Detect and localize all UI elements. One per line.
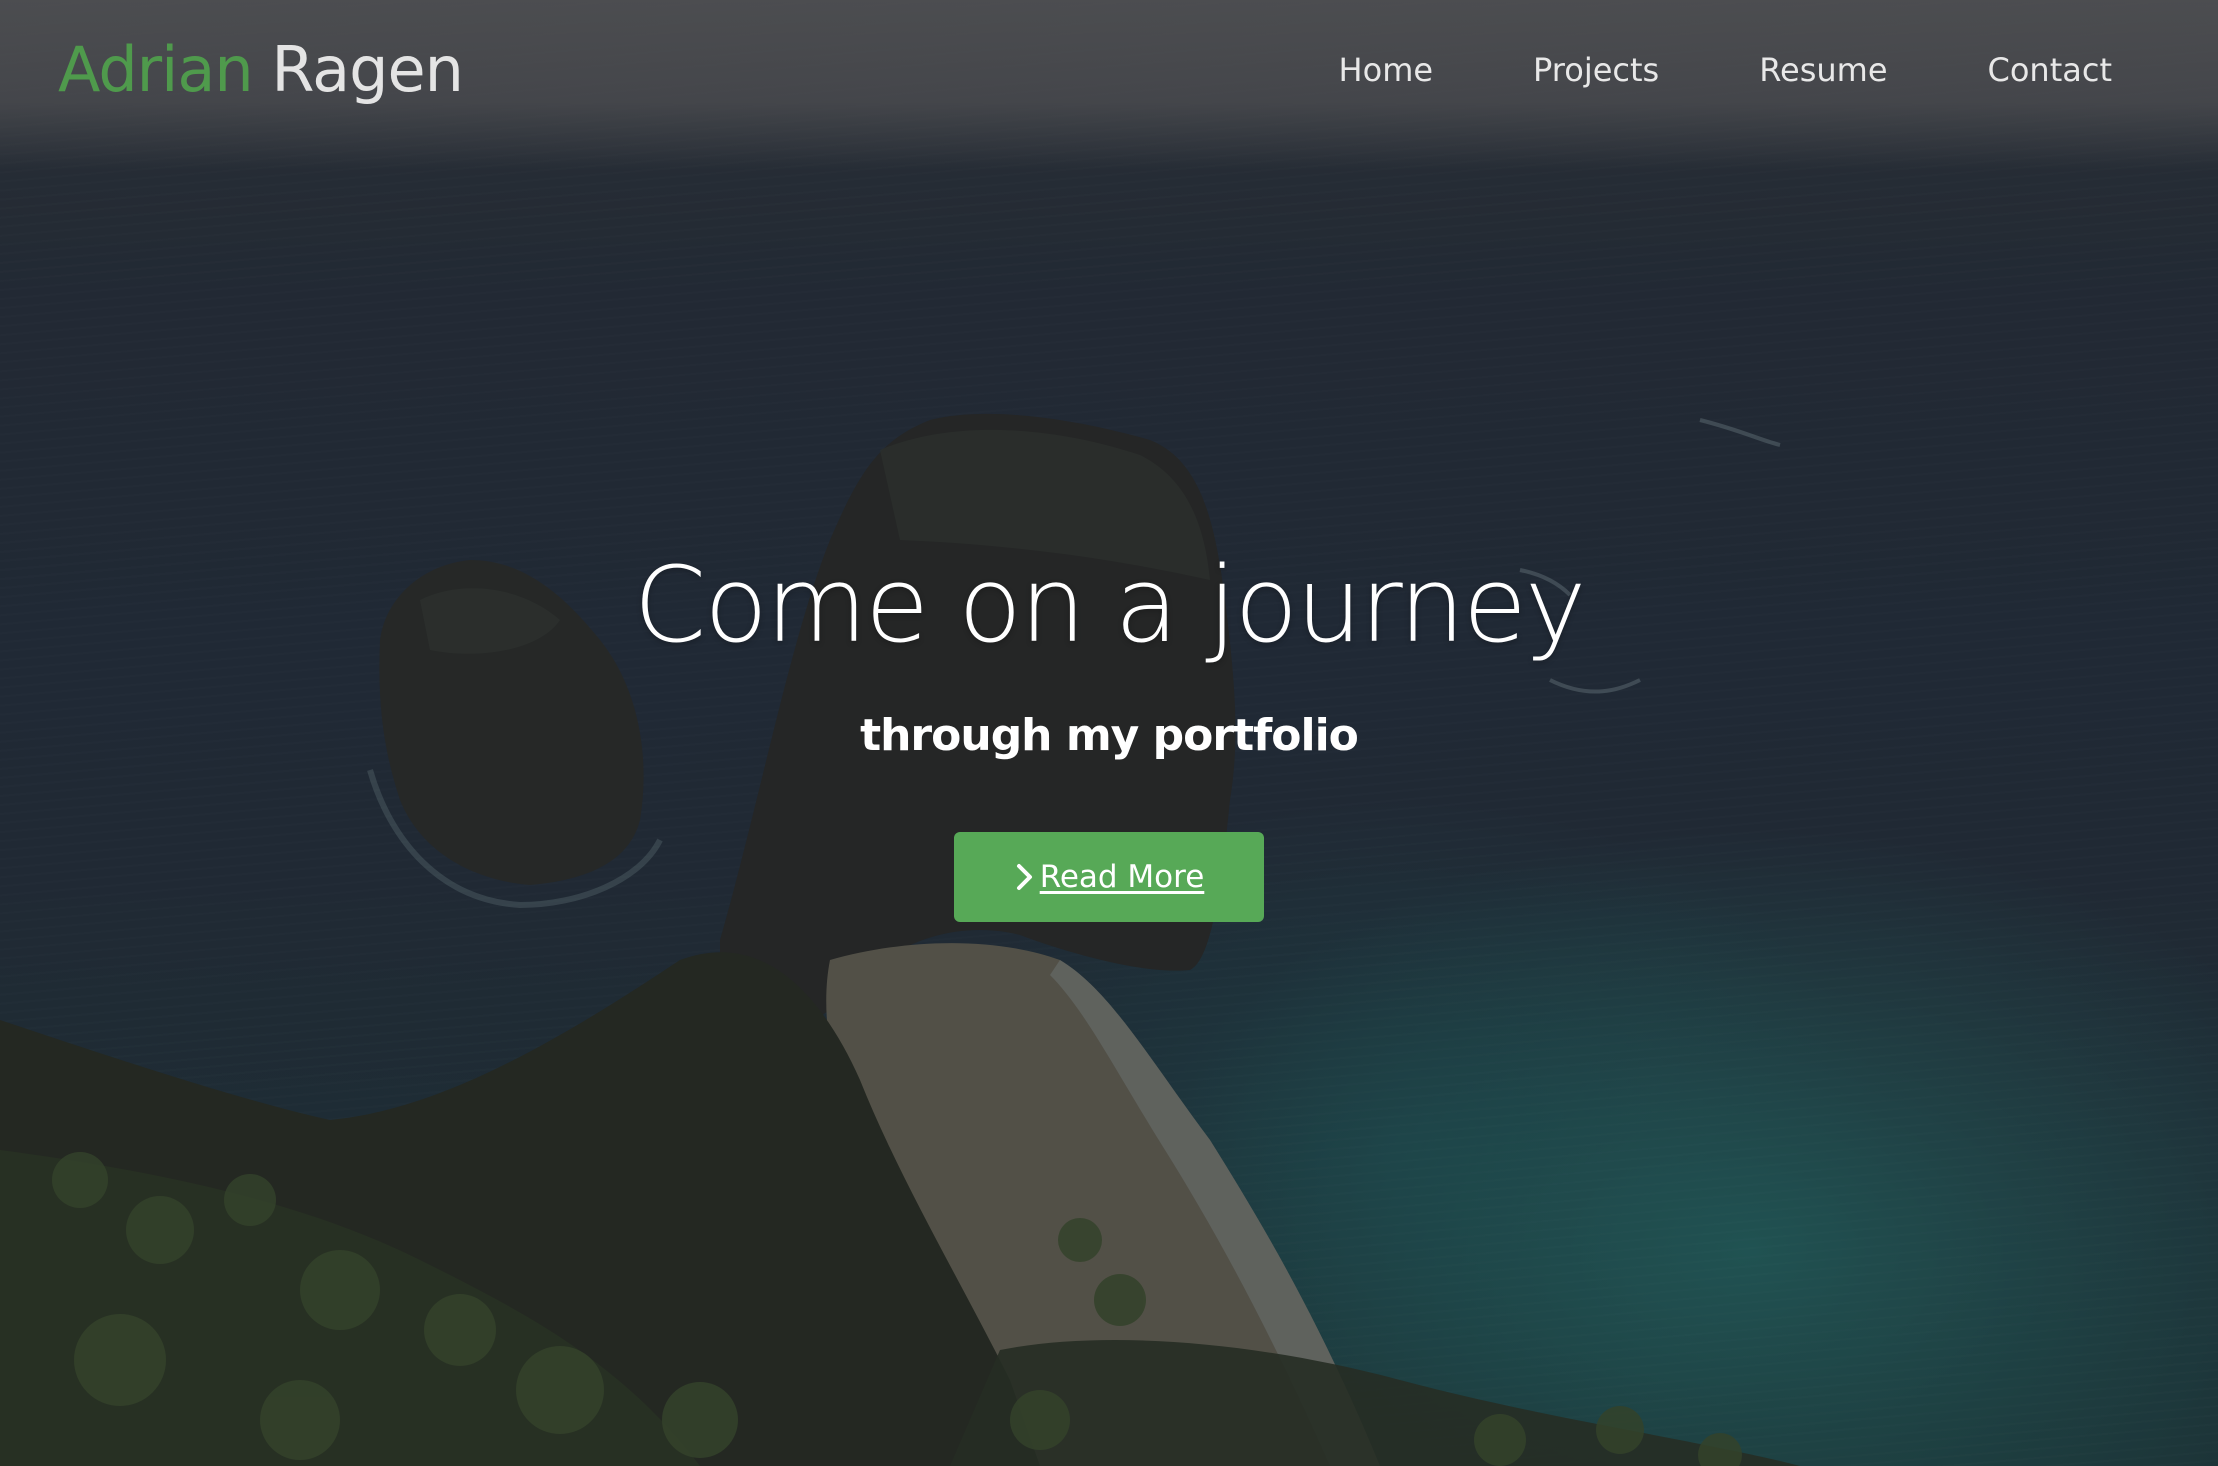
nav-link-projects[interactable]: Projects bbox=[1533, 46, 1659, 94]
nav-link-resume[interactable]: Resume bbox=[1759, 46, 1887, 94]
main-nav: Home Projects Resume Contact bbox=[1239, 46, 2112, 94]
brand-logo-link[interactable]: Adrian Ragen bbox=[58, 28, 464, 112]
brand-last-name: Ragen bbox=[271, 33, 464, 106]
hero-title: Come on a journey bbox=[633, 544, 1587, 666]
site-header: Adrian Ragen Home Projects Resume Contac… bbox=[0, 0, 2218, 140]
nav-link-home[interactable]: Home bbox=[1339, 46, 1434, 94]
read-more-button[interactable]: Read More bbox=[954, 832, 1264, 922]
hero-subtitle: through my portfolio bbox=[860, 710, 1359, 761]
nav-link-contact[interactable]: Contact bbox=[1988, 46, 2113, 94]
chevron-right-icon bbox=[1016, 864, 1032, 890]
brand-first-name: Adrian bbox=[58, 33, 254, 106]
read-more-label: Read More bbox=[1039, 859, 1205, 895]
hero-section: Come on a journey through my portfolio R… bbox=[0, 540, 2218, 922]
page: Adrian Ragen Home Projects Resume Contac… bbox=[0, 0, 2218, 1466]
